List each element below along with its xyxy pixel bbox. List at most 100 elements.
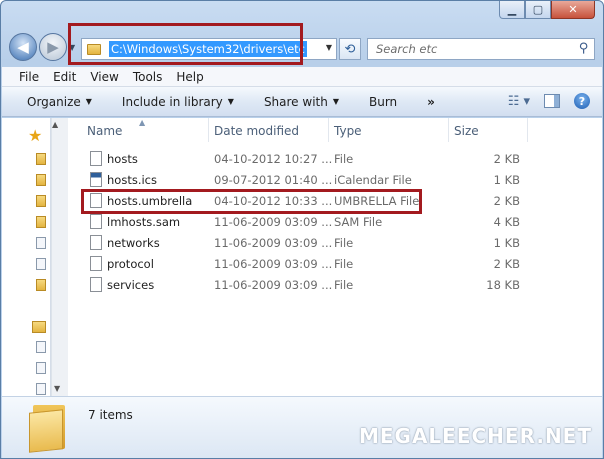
menu-edit[interactable]: Edit <box>53 70 76 84</box>
table-row[interactable]: hosts 04-10-2012 10:27 ... File 2 KB <box>69 148 602 169</box>
file-size: 2 KB <box>493 194 520 208</box>
dropdown-arrow-icon: ▼ <box>227 97 234 106</box>
table-row[interactable]: protocol 11-06-2009 03:09 ... File 2 KB <box>69 253 602 274</box>
file-date: 11-06-2009 03:09 ... <box>214 215 333 229</box>
table-row[interactable]: lmhosts.sam 11-06-2009 03:09 ... SAM Fil… <box>69 211 602 232</box>
file-icon <box>90 235 102 250</box>
menu-help[interactable]: Help <box>176 70 203 84</box>
file-size: 18 KB <box>486 278 520 292</box>
file-type: File <box>334 236 354 250</box>
folder-icon[interactable] <box>36 195 46 207</box>
library-icon[interactable] <box>32 321 46 333</box>
explorer-window: ▁ ▢ ✕ ◀ ▶ ▼ C:\Windows\System32\drivers\… <box>0 0 604 459</box>
preview-pane-icon[interactable] <box>544 94 560 108</box>
sort-ascending-icon: ▲ <box>139 118 146 127</box>
file-date: 11-06-2009 03:09 ... <box>214 257 333 271</box>
menu-tools[interactable]: Tools <box>133 70 163 84</box>
file-name[interactable]: protocol <box>107 257 154 271</box>
table-row[interactable]: networks 11-06-2009 03:09 ... File 1 KB <box>69 232 602 253</box>
file-name[interactable]: hosts <box>107 152 138 166</box>
file-name[interactable]: hosts.ics <box>107 173 157 187</box>
folder-icon <box>29 405 69 453</box>
file-date: 11-06-2009 03:09 ... <box>214 236 333 250</box>
column-divider[interactable] <box>328 118 329 142</box>
pictures-library-icon[interactable] <box>36 383 46 395</box>
menu-file[interactable]: File <box>19 70 39 84</box>
more-commands-button[interactable]: » <box>427 95 435 109</box>
column-date-modified[interactable]: Date modified <box>214 124 299 138</box>
back-button[interactable]: ◀ <box>9 33 37 61</box>
document-icon[interactable] <box>36 237 46 249</box>
music-library-icon[interactable] <box>36 362 46 374</box>
minimize-button[interactable]: ▁ <box>499 1 525 19</box>
file-name[interactable]: services <box>107 278 154 292</box>
navigation-pane: ★ <box>2 118 51 396</box>
close-button[interactable]: ✕ <box>551 1 595 19</box>
favorites-star-icon[interactable]: ★ <box>28 126 42 145</box>
file-type: iCalendar File <box>334 173 412 187</box>
maximize-button[interactable]: ▢ <box>525 1 551 19</box>
caption-buttons: ▁ ▢ ✕ <box>499 1 595 19</box>
file-type: File <box>334 278 354 292</box>
search-icon[interactable]: ⚲ <box>579 41 589 56</box>
file-date: 09-07-2012 01:40 ... <box>214 173 333 187</box>
file-name[interactable]: lmhosts.sam <box>107 215 180 229</box>
menu-view[interactable]: View <box>90 70 118 84</box>
dropdown-arrow-icon: ▼ <box>85 97 92 106</box>
organize-label: Organize <box>27 94 81 109</box>
file-size: 2 KB <box>493 152 520 166</box>
file-icon <box>90 277 102 292</box>
help-icon[interactable]: ? <box>574 93 590 109</box>
document-icon[interactable] <box>36 258 46 270</box>
share-with-label: Share with <box>263 94 328 109</box>
file-list: ▲ Name Date modified Type Size hosts 04-… <box>69 118 602 396</box>
column-type[interactable]: Type <box>334 124 362 138</box>
column-divider[interactable] <box>527 118 528 142</box>
search-input[interactable]: Search etc <box>376 42 437 56</box>
file-size: 4 KB <box>493 215 520 229</box>
documents-library-icon[interactable] <box>36 341 46 353</box>
view-controls: ☷ ▾ ? <box>508 93 590 109</box>
file-name[interactable]: networks <box>107 236 160 250</box>
item-count: 7 items <box>88 408 133 422</box>
watermark: MEGALEECHER.NET <box>358 424 592 448</box>
folder-icon[interactable] <box>36 174 46 186</box>
table-row[interactable]: services 11-06-2009 03:09 ... File 18 KB <box>69 274 602 295</box>
column-divider[interactable] <box>208 118 209 142</box>
forward-button[interactable]: ▶ <box>39 33 67 61</box>
search-box[interactable]: Search etc ⚲ <box>367 38 595 60</box>
folder-icon[interactable] <box>36 153 46 165</box>
scroll-up-icon[interactable]: ▲ <box>52 120 58 129</box>
column-size[interactable]: Size <box>454 124 479 138</box>
file-date: 11-06-2009 03:09 ... <box>214 278 333 292</box>
include-in-library-button[interactable]: Include in library ▼ <box>122 95 234 109</box>
menu-bar: File Edit View Tools Help <box>2 67 602 87</box>
folder-icon[interactable] <box>36 216 46 228</box>
file-icon <box>90 256 102 271</box>
file-type: File <box>334 152 354 166</box>
share-with-button[interactable]: Share with ▼ <box>264 95 339 109</box>
change-view-icon[interactable]: ☷ ▾ <box>508 94 530 109</box>
dropdown-arrow-icon: ▼ <box>332 97 339 106</box>
organize-button[interactable]: Organize ▼ <box>27 95 92 109</box>
file-size: 1 KB <box>493 173 520 187</box>
scroll-down-icon[interactable]: ▼ <box>54 384 60 393</box>
column-divider[interactable] <box>448 118 449 142</box>
file-size: 1 KB <box>493 236 520 250</box>
file-icon <box>90 214 102 229</box>
file-icon <box>90 151 102 166</box>
burn-button[interactable]: Burn <box>369 95 397 109</box>
address-dropdown-icon[interactable]: ▼ <box>326 43 332 52</box>
column-name[interactable]: Name <box>87 124 122 138</box>
folder-icon[interactable] <box>36 279 46 291</box>
row-highlight-box <box>81 189 422 214</box>
include-in-library-label: Include in library <box>121 94 223 109</box>
details-pane: 7 items MEGALEECHER.NET <box>2 396 602 458</box>
content-area: ★ ▲ ▼ ▲ Name Date modified Type Size hos… <box>2 118 602 396</box>
address-highlight-box <box>68 23 303 65</box>
table-row[interactable]: hosts.ics 09-07-2012 01:40 ... iCalendar… <box>69 169 602 190</box>
command-bar: Organize ▼ Include in library ▼ Share with… <box>2 87 602 117</box>
refresh-button[interactable]: ⟲ <box>339 38 361 60</box>
navigation-pane-scrollbar[interactable] <box>51 118 68 396</box>
file-type: File <box>334 257 354 271</box>
